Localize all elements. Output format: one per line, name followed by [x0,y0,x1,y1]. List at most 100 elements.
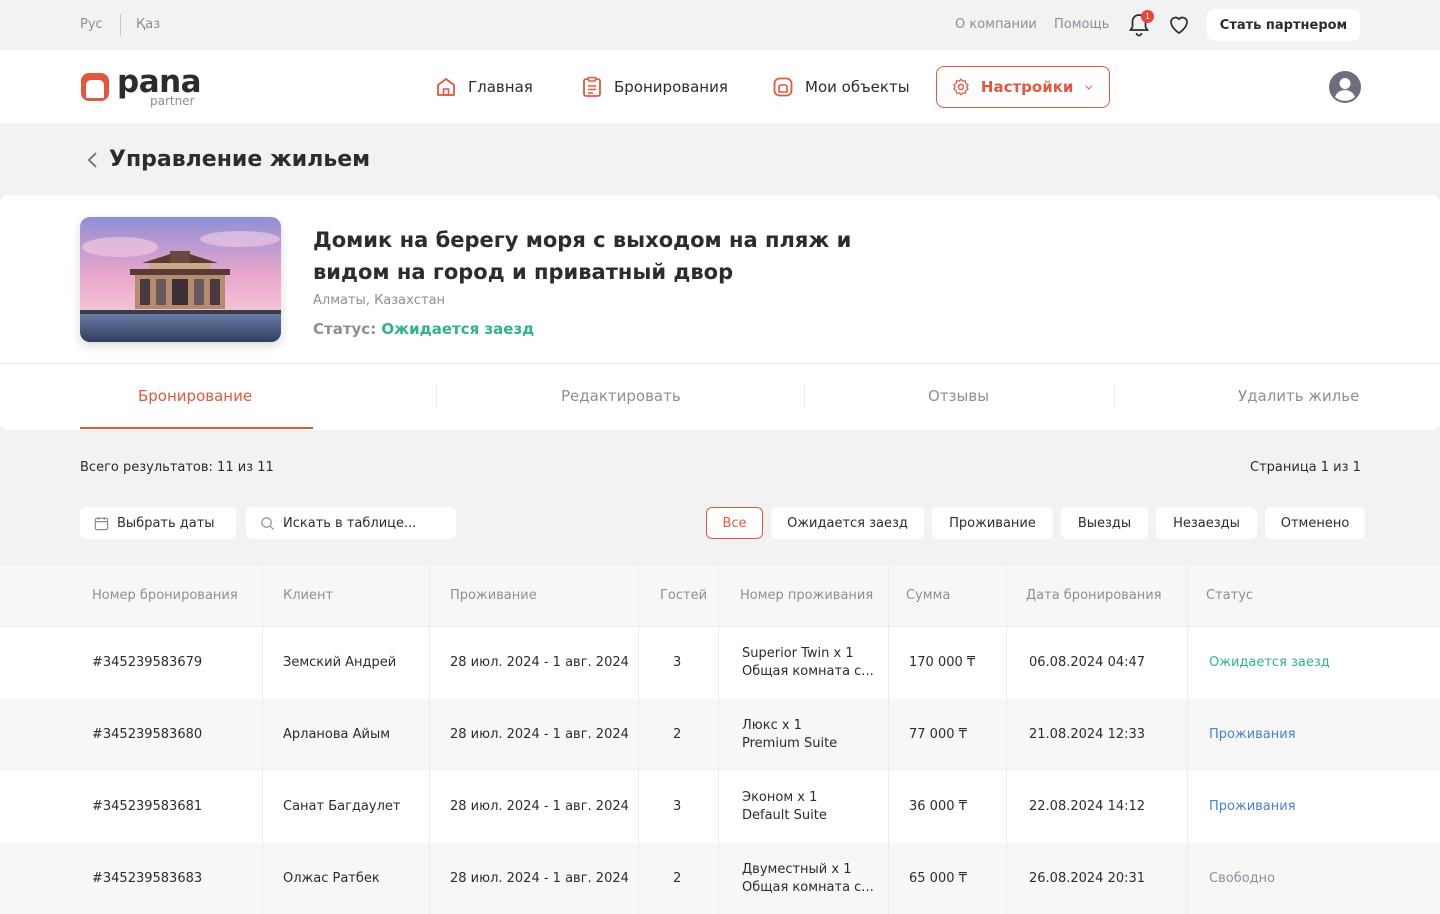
cell-client: Олжас Ратбек [283,871,380,886]
cell-stay: 28 июл. 2024 - 1 авг. 2024 [450,655,629,670]
home-icon [437,78,455,96]
gear-icon [953,78,969,96]
cell-sum: 36 000 ₸ [909,799,967,814]
col-booking-date[interactable]: Дата бронирования [1026,588,1162,603]
room-line-2: Общая комната с... [742,664,874,679]
active-tab-indicator [80,427,313,429]
cell-booking-date: 26.08.2024 20:31 [1029,871,1146,886]
cell-booking-date: 21.08.2024 12:33 [1029,727,1146,742]
cell-guests: 2 [673,727,682,742]
cell-client: Арланова Айым [283,727,391,742]
status-badge: Ожидается заезд [1209,655,1330,670]
nav-settings-dropdown[interactable]: Настройки [936,66,1110,108]
tab-divider [1114,383,1115,409]
avatar-icon[interactable] [1329,71,1361,103]
cell-stay: 28 июл. 2024 - 1 авг. 2024 [450,727,629,742]
room-line-1: Двуместный x 1 [742,862,852,877]
status-badge: Проживания [1209,799,1296,814]
col-sum[interactable]: Сумма [906,588,950,603]
status-value: Ожидается заезд [381,320,535,338]
heart-icon[interactable] [1167,13,1191,37]
cell-guests: 3 [673,655,682,670]
column-divider [888,565,889,914]
cell-booking-id[interactable]: #345239583679 [92,655,202,670]
col-status[interactable]: Статус [1206,588,1253,603]
nav-home[interactable]: Главная [434,66,533,108]
chip-all[interactable]: Все [706,507,763,539]
lang-divider [120,14,121,36]
column-divider [429,565,430,914]
cell-stay: 28 июл. 2024 - 1 авг. 2024 [450,871,629,886]
about-link[interactable]: О компании [955,17,1037,32]
room-line-2: Общая комната с... [742,880,874,895]
cell-room: Superior Twin x 1 Общая комната с... [742,645,874,681]
property-status: Статус: Ожидается заезд [313,320,534,338]
col-guests[interactable]: Гостей [660,588,707,603]
cell-room: Двуместный x 1 Общая комната с... [742,861,874,897]
card-divider [0,363,1440,364]
property-icon [773,77,793,97]
property-location: Алматы, Казахстан [313,293,446,308]
property-title: Домик на берегу моря с выходом на пляж и… [313,228,852,284]
back-arrow-icon[interactable] [86,151,100,169]
tab-edit[interactable]: Редактировать [561,387,681,405]
column-divider [718,565,719,914]
table-search[interactable]: Искать в таблице... [246,507,456,539]
nav-objects-label: Мои объекты [805,78,910,96]
chevron-down-icon [1085,85,1093,90]
date-picker-button[interactable]: Выбрать даты [80,507,236,539]
tab-delete-property[interactable]: Удалить жилье [1238,387,1359,405]
column-divider [1006,565,1007,914]
cell-client: Санат Багдаулет [283,799,401,814]
cell-room: Эконом x 1 Default Suite [742,789,827,825]
status-badge: Свободно [1209,871,1276,886]
tab-divider [436,383,437,409]
room-line-2: Premium Suite [742,736,838,751]
nav-bookings[interactable]: Бронирования [580,66,728,108]
results-count: Всего результатов: 11 из 11 [80,460,274,475]
chip-checkouts[interactable]: Выезды [1061,507,1148,539]
cell-booking-id[interactable]: #345239583683 [92,871,202,886]
logo-icon[interactable] [80,72,110,102]
nav-settings-label: Настройки [980,78,1074,96]
tab-divider [804,383,805,409]
cell-sum: 65 000 ₸ [909,871,967,886]
logo-subtitle: partner [150,94,195,108]
cell-booking-id[interactable]: #345239583681 [92,799,202,814]
tab-reviews[interactable]: Отзывы [928,387,989,405]
chip-no-shows[interactable]: Незаезды [1156,507,1257,539]
page-info: Страница 1 из 1 [1250,460,1361,475]
cell-booking-date: 22.08.2024 14:12 [1029,799,1146,814]
search-input[interactable]: Искать в таблице... [283,516,416,531]
cell-guests: 3 [673,799,682,814]
become-partner-button[interactable]: Стать партнером [1207,9,1360,41]
col-booking-id[interactable]: Номер бронирования [92,588,238,603]
column-divider [638,565,639,914]
cell-client: Земский Андрей [283,655,397,670]
column-divider [1187,565,1188,914]
calendar-icon [94,516,109,530]
chip-expected-checkin[interactable]: Ожидается заезд [771,507,924,539]
column-divider [262,565,263,914]
lang-ru-link[interactable]: Рус [80,17,103,32]
property-photo[interactable] [80,217,281,342]
col-client[interactable]: Клиент [283,588,333,603]
cell-room: Люкс x 1 Premium Suite [742,717,837,753]
search-icon [261,516,275,530]
nav-bookings-label: Бронирования [614,78,728,96]
tab-booking[interactable]: Бронирование [138,387,252,405]
cell-sum: 77 000 ₸ [909,727,967,742]
clipboard-icon [583,76,601,97]
nav-home-label: Главная [468,78,533,96]
col-room[interactable]: Номер проживания [740,588,873,603]
nav-my-objects[interactable]: Мои объекты [771,66,910,108]
col-stay[interactable]: Проживание [450,588,537,603]
lang-kz-link[interactable]: Қаз [136,17,160,32]
status-label: Статус: [313,320,377,338]
chip-staying[interactable]: Проживание [932,507,1053,539]
room-line-1: Люкс x 1 [742,718,802,733]
status-badge: Проживания [1209,727,1296,742]
help-link[interactable]: Помощь [1054,17,1109,32]
chip-cancelled[interactable]: Отменено [1265,507,1365,539]
cell-booking-id[interactable]: #345239583680 [92,727,202,742]
